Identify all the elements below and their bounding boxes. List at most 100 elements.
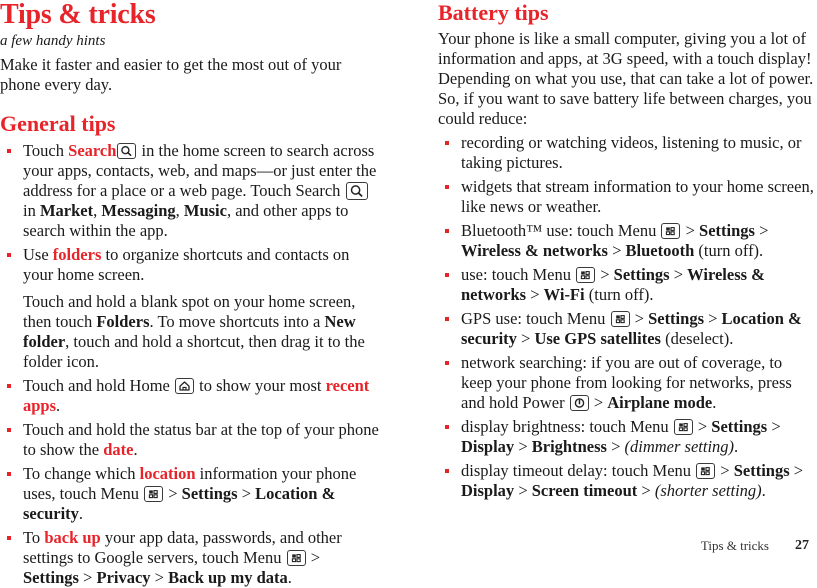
menu-icon [576, 267, 596, 283]
text-fragment: > [681, 221, 700, 240]
footer-page-number: 27 [795, 538, 809, 553]
text-fragment: , [175, 201, 184, 220]
page-lead-paragraph: Make it faster and easier to get the mos… [0, 55, 342, 94]
keyword-folders: folders [52, 245, 102, 264]
text-fragment: > [637, 481, 655, 500]
power-icon [569, 395, 589, 411]
page-footer: Tips & tricks 27 [0, 538, 817, 558]
text-fragment: > [164, 484, 182, 503]
menu-icon [144, 486, 164, 502]
text-fragment: (turn off). [694, 241, 764, 260]
text-fragment: in [23, 201, 40, 220]
text-fragment: Touch and hold the status bar at the top… [23, 420, 379, 459]
text-fragment: > [514, 481, 532, 500]
text-fragment: Touch and hold Home [23, 376, 174, 395]
list-item-media: recording or watching videos, listening … [438, 133, 817, 173]
menu-icon [673, 419, 693, 435]
text-fragment: > [526, 285, 544, 304]
text-fragment: . [287, 568, 292, 587]
text-fragment: . To move shortcuts into a [149, 312, 325, 331]
home-icon [174, 378, 194, 394]
text-fragment: > [767, 417, 781, 436]
battery-tips-intro: Your phone is like a small computer, giv… [438, 29, 814, 128]
text-fragment: use: touch Menu [461, 265, 576, 284]
text-fragment: , touch and hold a shortcut, then drag i… [23, 332, 365, 371]
text-fragment: display brightness: touch Menu [461, 417, 673, 436]
text-fragment: > [703, 309, 722, 328]
text-fragment: . [133, 440, 138, 459]
text-fragment: > [754, 221, 769, 240]
app-name-messaging: Messaging [101, 201, 176, 220]
text-fragment: . [734, 437, 739, 456]
text-fragment: > [716, 461, 734, 480]
list-item-home-recent-apps: Touch and hold Home to show your most re… [0, 376, 379, 416]
keyword-search: Search [68, 141, 117, 160]
text-fragment: To change which [23, 464, 140, 483]
page-subtitle: a few handy hints [0, 33, 106, 49]
text-fragment: . [761, 481, 766, 500]
folders-main-paragraph: Use folders to organize shortcuts and co… [23, 245, 379, 285]
list-item-search: Touch Search in the home screen to searc… [0, 141, 379, 241]
text-fragment: > [789, 461, 804, 480]
text-fragment: > [589, 393, 608, 412]
list-item-wifi: use: touch Menu > Settings > Wireless & … [438, 265, 817, 305]
menu-name-airplane-mode: Airplane mode [607, 393, 713, 412]
section-heading-general-tips: General tips [0, 111, 116, 136]
menu-name-back-up-my-data: Back up my data [168, 568, 288, 587]
app-name-music: Music [183, 201, 227, 220]
app-name-market: Market [39, 201, 94, 220]
menu-name-settings: Settings [613, 265, 670, 284]
keyword-date: date [103, 440, 134, 459]
text-fragment: Bluetooth™ use: touch Menu [461, 221, 661, 240]
list-item-network-searching: network searching: if you are out of cov… [438, 353, 817, 413]
text-fragment: > [516, 329, 535, 348]
menu-icon [610, 311, 630, 327]
list-item-widgets: widgets that stream information to your … [438, 177, 817, 217]
list-item-folders: Use folders to organize shortcuts and co… [0, 245, 379, 372]
manual-page: Tips & tricks a few handy hints Make it … [0, 0, 817, 587]
text-fragment: > [630, 309, 649, 328]
text-fragment: (turn off). [584, 285, 654, 304]
text-fragment: > [596, 265, 614, 284]
list-item-location: To change which location information you… [0, 464, 379, 524]
text-fragment: > [514, 437, 532, 456]
text-fragment: > [607, 241, 626, 260]
battery-tips-list: recording or watching videos, listening … [438, 133, 817, 501]
text-fragment: (deselect). [660, 329, 734, 348]
keyword-location: location [139, 464, 196, 483]
menu-name-use-gps-satellites: Use GPS satellites [534, 329, 661, 348]
menu-name-brightness: Brightness [531, 437, 607, 456]
menu-name-screen-timeout: Screen timeout [531, 481, 638, 500]
menu-name-folders: Folders [96, 312, 150, 331]
text-fragment: display timeout delay: touch Menu [461, 461, 696, 480]
text-fragment: Use [23, 245, 53, 264]
search-icon [117, 143, 137, 159]
text-fragment: widgets that stream information to your … [461, 177, 814, 216]
text-fragment: > [78, 568, 97, 587]
setting-hint-shorter: (shorter setting) [654, 481, 762, 500]
menu-name-bluetooth: Bluetooth [625, 241, 695, 260]
text-fragment: to show your most [194, 376, 326, 395]
text-fragment: recording or watching videos, listening … [461, 133, 802, 172]
list-item-bluetooth: Bluetooth™ use: touch Menu > Settings > … [438, 221, 817, 261]
footer-chapter-title: Tips & tricks [700, 538, 769, 553]
text-fragment: . [78, 504, 84, 523]
text-fragment: . [712, 393, 717, 412]
text-fragment: > [606, 437, 625, 456]
menu-icon [661, 223, 681, 239]
text-fragment: Touch [23, 141, 69, 160]
list-item-backup: To back up your app data, passwords, and… [0, 528, 379, 588]
folders-sub-paragraph: Touch and hold a blank spot on your home… [23, 292, 379, 372]
right-column: Battery tips Your phone is like a small … [438, 0, 817, 501]
menu-name-settings: Settings [711, 417, 768, 436]
menu-name-settings: Settings [648, 309, 704, 328]
menu-name-wi-fi: Wi-Fi [543, 285, 585, 304]
menu-name-display: Display [461, 481, 515, 500]
search-icon [345, 182, 368, 200]
section-heading-battery-tips: Battery tips [438, 0, 549, 25]
menu-name-display: Display [461, 437, 515, 456]
list-item-display-brightness: display brightness: touch Menu > Setting… [438, 417, 817, 457]
setting-hint-dimmer: (dimmer setting) [624, 437, 735, 456]
menu-icon [696, 463, 716, 479]
menu-name-settings: Settings [23, 568, 79, 587]
